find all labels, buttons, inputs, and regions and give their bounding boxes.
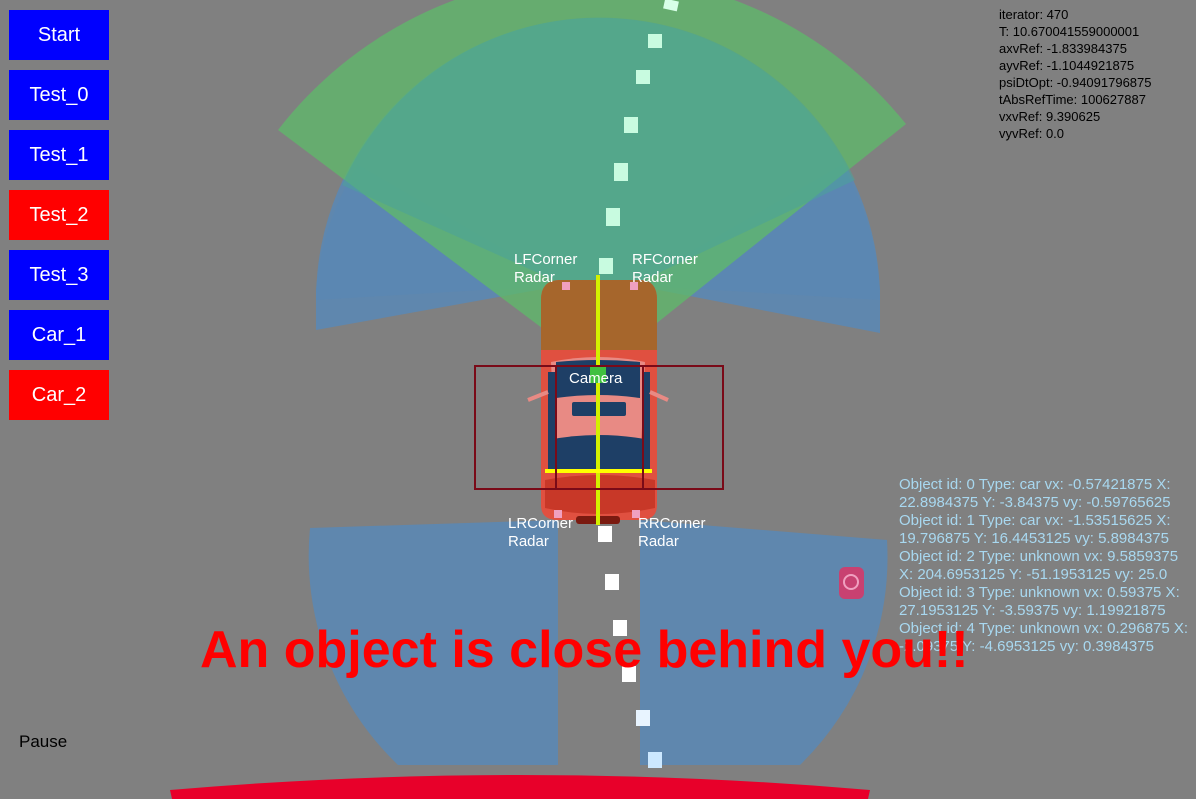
- lf-radar-label: LFCorner Radar: [514, 251, 578, 286]
- rf-radar-label: RFCorner Radar: [632, 251, 698, 286]
- test-2-button[interactable]: Test_2: [9, 190, 109, 240]
- test-1-button[interactable]: Test_1: [9, 130, 109, 180]
- telemetry-line: ayvRef: -1.1044921875: [999, 58, 1135, 73]
- rear-boundary-arc: [170, 775, 870, 799]
- telemetry-line: vxvRef: 9.390625: [999, 109, 1101, 124]
- car-1-button[interactable]: Car_1: [9, 310, 109, 360]
- car-2-button[interactable]: Car_2: [9, 370, 109, 420]
- telemetry-line: vyvRef: 0.0: [999, 126, 1065, 141]
- camera-label: Camera: [569, 370, 623, 387]
- test-3-button[interactable]: Test_3: [9, 250, 109, 300]
- lr-radar-label: LRCorner Radar: [508, 515, 574, 550]
- detected-object-icon: [839, 567, 864, 599]
- object-entry: Object id: 2 Type: unknown vx: 9.5859375…: [899, 548, 1179, 583]
- telemetry-line: T: 10.670041559000001: [999, 24, 1140, 39]
- telemetry-line: tAbsRefTime: 100627887: [999, 92, 1146, 107]
- telemetry-line: psiDtOpt: -0.94091796875: [999, 75, 1152, 90]
- telemetry-line: iterator: 470: [999, 7, 1069, 22]
- object-entry: Object id: 1 Type: car vx: -1.53515625 X…: [899, 512, 1171, 547]
- telemetry-panel: iterator: 470 T: 10.670041559000001 axvR…: [999, 6, 1152, 142]
- proximity-warning: An object is close behind you!!: [200, 621, 969, 679]
- object-entry: Object id: 3 Type: unknown vx: 0.59375 X…: [899, 584, 1180, 619]
- test-0-button[interactable]: Test_0: [9, 70, 109, 120]
- telemetry-line: axvRef: -1.833984375: [999, 41, 1127, 56]
- rr-radar-label: RRCorner Radar: [638, 515, 706, 550]
- start-button[interactable]: Start: [9, 10, 109, 60]
- object-entry: Object id: 0 Type: car vx: -0.57421875 X…: [899, 476, 1171, 511]
- pause-button[interactable]: Pause: [19, 732, 67, 752]
